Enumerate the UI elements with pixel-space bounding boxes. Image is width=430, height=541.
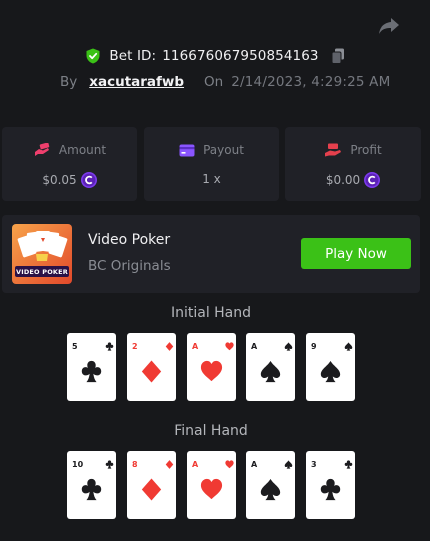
coin-icon [80, 172, 97, 188]
share-icon[interactable] [378, 16, 400, 36]
spades-icon [344, 342, 353, 351]
bet-id-value: 116676067950854163 [162, 48, 319, 64]
hearts-icon [225, 460, 234, 469]
initial-card-2: 2 [127, 333, 176, 401]
game-info-bar: VIDEO POKER Video Poker BC Originals Pla… [2, 215, 420, 293]
game-provider: BC Originals [88, 258, 171, 274]
profit-value: $0.00 [325, 173, 361, 187]
final-card-3: A [187, 451, 236, 519]
play-now-button[interactable]: Play Now [301, 238, 411, 269]
initial-card-1: 5 [67, 333, 116, 401]
profit-hand-icon [325, 143, 342, 157]
clubs-icon [320, 478, 341, 501]
card-rank: 3 [311, 460, 317, 469]
clubs-icon [81, 360, 102, 383]
amount-value: $0.05 [42, 173, 77, 187]
card-rank: 5 [72, 342, 78, 351]
initial-card-3: A [187, 333, 236, 401]
payout-card-icon [179, 144, 195, 156]
final-hand-title: Final Hand [174, 423, 248, 439]
card-rank: 2 [132, 342, 138, 351]
coin-icon [364, 172, 381, 188]
payout-label: Payout [203, 143, 244, 157]
card-rank: 8 [132, 460, 138, 469]
profit-stat-card: Profit $0.00 [285, 127, 421, 201]
initial-card-4: A [246, 333, 295, 401]
card-rank: A [192, 460, 199, 469]
final-card-1: 10 [67, 451, 116, 519]
diamonds-icon [165, 460, 174, 469]
hearts-icon [225, 342, 234, 351]
by-label: By [60, 74, 78, 90]
copy-icon[interactable] [331, 48, 345, 64]
diamonds-icon [165, 342, 174, 351]
initial-card-5: 9 [306, 333, 355, 401]
bet-id-label: Bet ID: [109, 48, 157, 64]
initial-hand-title: Initial Hand [170, 305, 252, 321]
spades-icon [284, 342, 293, 351]
spades-icon [260, 360, 281, 383]
hearts-icon [200, 478, 223, 500]
amount-label: Amount [58, 143, 107, 157]
payout-stat-card: Payout 1 x [144, 127, 279, 201]
on-label: On [204, 74, 224, 90]
card-rank: A [251, 460, 258, 469]
final-card-4: A [246, 451, 295, 519]
diamonds-icon [141, 360, 162, 383]
profit-label: Profit [350, 143, 382, 157]
clubs-icon [105, 460, 114, 469]
clubs-icon [105, 342, 114, 351]
bet-id-row: Bet ID: 116676067950854163 [0, 47, 430, 65]
payout-value: 1 x [202, 172, 221, 186]
spades-icon [260, 478, 281, 501]
card-rank: A [192, 342, 199, 351]
verified-shield-icon [86, 48, 100, 64]
clubs-icon [344, 460, 353, 469]
username-link[interactable]: xacutarafwb [89, 74, 184, 90]
card-rank: 10 [72, 460, 84, 469]
spades-icon [284, 460, 293, 469]
game-title: Video Poker [88, 232, 171, 248]
bet-date: 2/14/2023, 4:29:25 AM [231, 74, 391, 90]
spades-icon [320, 360, 341, 383]
final-card-2: 8 [127, 451, 176, 519]
money-hand-icon [34, 143, 50, 156]
card-rank: 9 [311, 342, 317, 351]
card-rank: A [251, 342, 258, 351]
thumbnail-caption: VIDEO POKER [15, 268, 69, 276]
hearts-icon [200, 360, 223, 382]
bet-meta-row: By xacutarafwb On 2/14/2023, 4:29:25 AM [60, 73, 390, 91]
amount-stat-card: Amount $0.05 [2, 127, 137, 201]
diamonds-icon [141, 478, 162, 501]
final-card-5: 3 [306, 451, 355, 519]
clubs-icon [81, 478, 102, 501]
video-poker-thumbnail[interactable]: VIDEO POKER [12, 224, 72, 284]
